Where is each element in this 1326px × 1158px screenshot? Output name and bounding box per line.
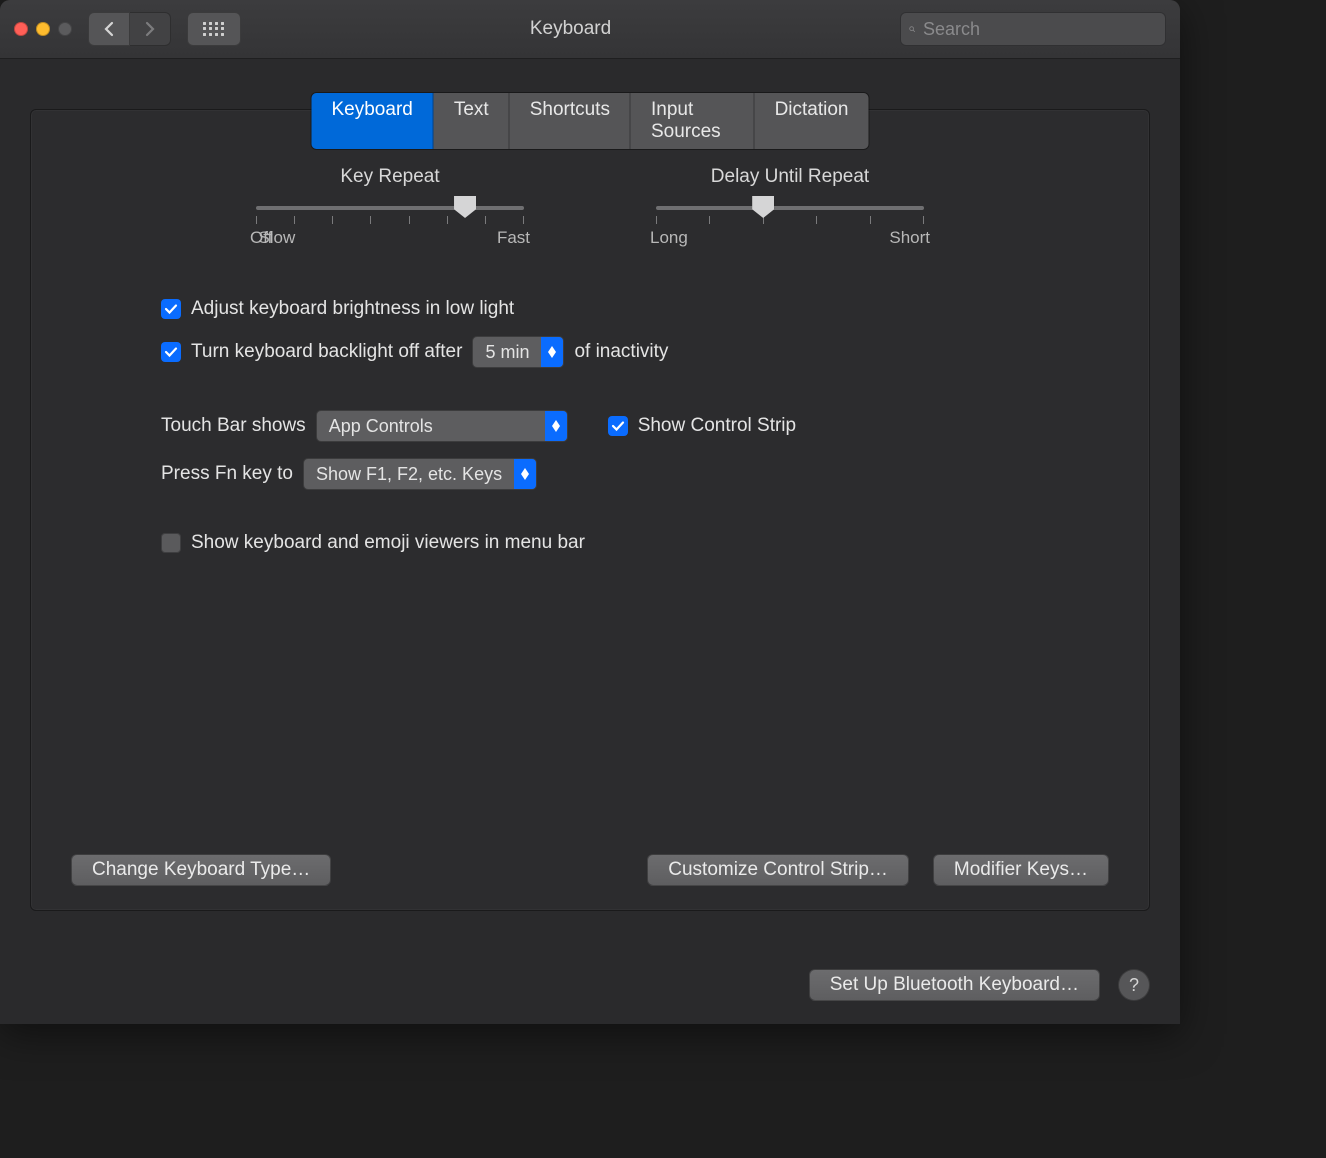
key-repeat-slow-label: Slow	[258, 228, 295, 248]
show-viewers-checkbox[interactable]	[161, 533, 181, 553]
tab-bar: Keyboard Text Shortcuts Input Sources Di…	[311, 92, 870, 150]
stepper-arrows-icon	[541, 337, 563, 367]
settings-panel: Keyboard Text Shortcuts Input Sources Di…	[30, 109, 1150, 911]
backlight-timeout-value: 5 min	[473, 342, 541, 363]
touchbar-value: App Controls	[317, 416, 545, 437]
key-repeat-slider[interactable]	[256, 206, 524, 210]
forward-button	[130, 12, 171, 46]
key-repeat-slider-block: Key Repeat Off Slow Fast	[250, 166, 530, 248]
show-viewers-label: Show keyboard and emoji viewers in menu …	[191, 532, 585, 554]
control-strip-checkbox[interactable]	[608, 416, 628, 436]
tab-keyboard[interactable]: Keyboard	[312, 93, 434, 149]
adjust-brightness-label: Adjust keyboard brightness in low light	[191, 298, 514, 320]
body: Keyboard Text Shortcuts Input Sources Di…	[0, 59, 1180, 1024]
delay-repeat-label: Delay Until Repeat	[650, 166, 930, 188]
grid-icon	[203, 22, 225, 36]
control-strip-label: Show Control Strip	[638, 415, 796, 437]
fn-label: Press Fn key to	[161, 463, 293, 485]
backlight-off-prefix: Turn keyboard backlight off after	[191, 341, 462, 363]
fn-key-value: Show F1, F2, etc. Keys	[304, 464, 514, 485]
touchbar-label: Touch Bar shows	[161, 415, 306, 437]
backlight-off-suffix: of inactivity	[574, 341, 668, 363]
titlebar: Keyboard	[0, 0, 1180, 59]
window-title: Keyboard	[251, 18, 890, 40]
window-controls	[14, 22, 72, 36]
help-icon: ?	[1129, 975, 1139, 996]
chevron-right-icon	[144, 21, 156, 37]
tab-input-sources[interactable]: Input Sources	[631, 93, 755, 149]
customize-control-strip-button[interactable]: Customize Control Strip…	[647, 854, 909, 886]
delay-repeat-slider-block: Delay Until Repeat Long Short	[650, 166, 930, 248]
minimize-window-button[interactable]	[36, 22, 50, 36]
stepper-arrows-icon	[514, 459, 536, 489]
chevron-left-icon	[103, 21, 115, 37]
backlight-timeout-select[interactable]: 5 min	[472, 336, 564, 368]
close-window-button[interactable]	[14, 22, 28, 36]
touchbar-select[interactable]: App Controls	[316, 410, 568, 442]
tab-content: Key Repeat Off Slow Fast	[31, 110, 1149, 600]
change-keyboard-type-button[interactable]: Change Keyboard Type…	[71, 854, 331, 886]
back-button[interactable]	[88, 12, 130, 46]
checkmark-icon	[164, 345, 178, 359]
delay-long-label: Long	[650, 228, 688, 248]
modifier-keys-button[interactable]: Modifier Keys…	[933, 854, 1109, 886]
key-repeat-fast-label: Fast	[497, 228, 530, 248]
key-repeat-label: Key Repeat	[250, 166, 530, 188]
nav-back-forward	[88, 12, 171, 46]
checkmark-icon	[164, 302, 178, 316]
search-field[interactable]	[900, 12, 1166, 46]
help-button[interactable]: ?	[1118, 969, 1150, 1001]
delay-repeat-thumb[interactable]	[752, 196, 774, 218]
delay-repeat-slider[interactable]	[656, 206, 924, 210]
search-input[interactable]	[921, 18, 1157, 41]
preferences-window: Keyboard Keyboard Text Shortcuts Input S…	[0, 0, 1180, 1024]
tab-text[interactable]: Text	[434, 93, 510, 149]
setup-bluetooth-keyboard-button[interactable]: Set Up Bluetooth Keyboard…	[809, 969, 1100, 1001]
checkmark-icon	[611, 419, 625, 433]
tab-shortcuts[interactable]: Shortcuts	[510, 93, 631, 149]
search-icon	[909, 21, 915, 37]
fn-key-select[interactable]: Show F1, F2, etc. Keys	[303, 458, 537, 490]
key-repeat-thumb[interactable]	[454, 196, 476, 218]
show-all-button[interactable]	[187, 12, 241, 46]
backlight-off-checkbox[interactable]	[161, 342, 181, 362]
delay-short-label: Short	[889, 228, 930, 248]
stepper-arrows-icon	[545, 411, 567, 441]
zoom-window-button	[58, 22, 72, 36]
tab-dictation[interactable]: Dictation	[755, 93, 869, 149]
adjust-brightness-checkbox[interactable]	[161, 299, 181, 319]
